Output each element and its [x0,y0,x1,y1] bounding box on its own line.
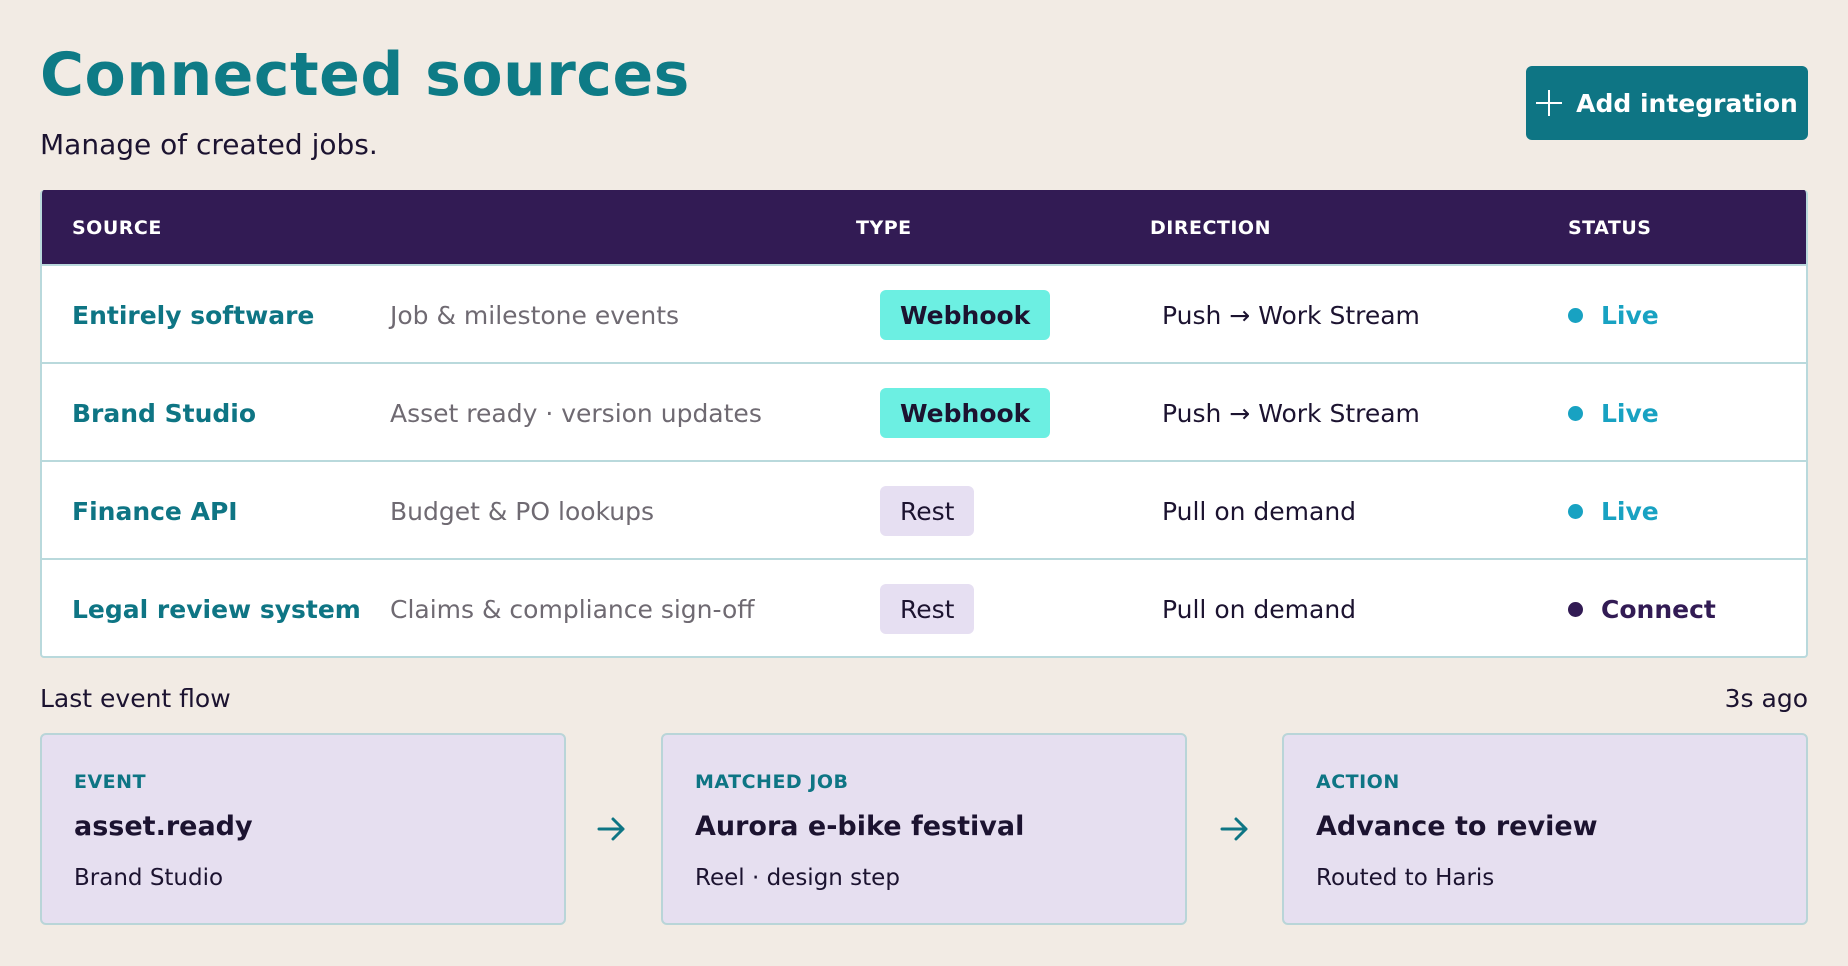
status-label: Live [1601,398,1659,428]
card-kicker: MATCHED JOB [695,771,849,793]
type-badge: Webhook [880,388,1051,438]
card-meta: Brand Studio [74,865,224,891]
source-name[interactable]: Brand Studio [72,364,256,462]
page-header: Connected sources Manage of created jobs… [40,0,1808,190]
status-dot-icon [1568,601,1583,617]
column-header-status: STATUS [1568,217,1652,239]
source-description: Asset ready · version updates [390,398,762,428]
type-cell: Rest [880,560,975,656]
flow-timestamp: 3s ago [1724,684,1808,713]
card-title: asset.ready [74,811,253,842]
source-description: Job & milestone events [390,300,680,330]
type-cell: Webhook [880,364,1051,462]
direction-text: Pull on demand [1162,594,1357,624]
card-title: Advance to review [1316,811,1598,842]
table-row[interactable]: Brand Studio Asset ready · version updat… [42,362,1806,460]
flow-card-matched-job: MATCHED JOB Aurora e-bike festival Reel … [661,733,1187,925]
card-meta: Reel · design step [695,865,900,891]
page-subtitle: Manage of created jobs. [40,128,378,161]
flow-card-event: EVENT asset.ready Brand Studio [40,733,566,925]
add-integration-label: Add integration [1576,88,1798,118]
add-integration-button[interactable]: Add integration [1526,66,1808,140]
card-kicker: ACTION [1316,771,1400,793]
status-cell[interactable]: Connect [1568,560,1716,656]
table-header: SOURCE TYPE DIRECTION STATUS [42,190,1806,264]
arrow-right-icon [597,817,625,841]
type-badge: Webhook [880,290,1051,340]
card-kicker: EVENT [74,771,147,793]
type-cell: Webhook [880,266,1051,364]
type-cell: Rest [880,462,975,560]
status-dot-icon [1568,405,1583,421]
page-title: Connected sources [40,40,690,110]
source-description: Claims & compliance sign-off [390,594,755,624]
source-name[interactable]: Legal review system [72,560,361,656]
direction-text: Pull on demand [1162,496,1357,526]
flow-label: Last event flow [40,684,231,713]
status-label: Live [1601,496,1659,526]
status-dot-icon [1568,307,1583,323]
source-name[interactable]: Finance API [72,462,238,560]
table-row[interactable]: Finance API Budget & PO lookups Rest Pul… [42,460,1806,558]
column-header-direction: DIRECTION [1150,217,1271,239]
plus-icon [1536,90,1563,116]
status-dot-icon [1568,503,1583,519]
arrow-right-icon [1220,817,1248,841]
card-meta: Routed to Haris [1316,865,1495,891]
sources-table: SOURCE TYPE DIRECTION STATUS Entirely so… [40,190,1808,658]
status-cell: Live [1568,462,1659,560]
direction-text: Push → Work Stream [1162,300,1420,330]
status-label: Live [1601,300,1659,330]
source-description: Budget & PO lookups [390,496,654,526]
column-header-type: TYPE [856,217,912,239]
type-badge: Rest [880,486,975,536]
source-name[interactable]: Entirely software [72,266,314,364]
connect-link[interactable]: Connect [1601,595,1716,624]
direction-text: Push → Work Stream [1162,398,1420,428]
status-cell: Live [1568,364,1659,462]
table-row[interactable]: Entirely software Job & milestone events… [42,264,1806,362]
page: Connected sources Manage of created jobs… [0,0,1848,966]
table-row[interactable]: Legal review system Claims & compliance … [42,558,1806,656]
flow-card-action: ACTION Advance to review Routed to Haris [1282,733,1808,925]
column-header-source: SOURCE [72,217,162,239]
type-badge: Rest [880,584,975,634]
card-title: Aurora e-bike festival [695,811,1025,842]
status-cell: Live [1568,266,1659,364]
